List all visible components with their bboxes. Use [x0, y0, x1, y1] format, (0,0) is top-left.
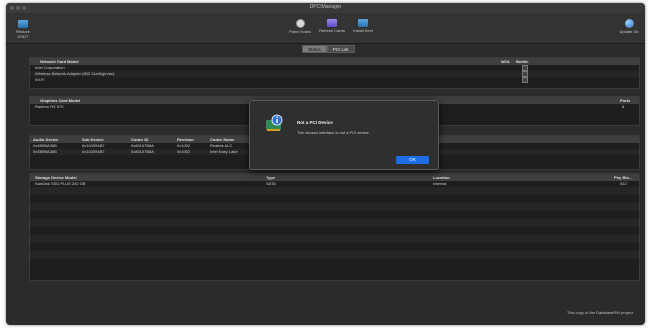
dialog-title: Not a PCI Device	[297, 120, 333, 125]
storage-table-header: Storage Device Model Type Location Phy B…	[30, 174, 639, 181]
restore-dsdt-button[interactable]: Restore DSDT	[11, 20, 35, 39]
table-row	[30, 219, 639, 227]
window-title: DPCIManager	[309, 4, 342, 10]
refresh-cards-label: Refresh Cards	[319, 28, 345, 33]
purple-card-icon	[327, 19, 337, 27]
col-sub-device: Sub Device	[82, 137, 104, 142]
network-table: Network Card Model WOL Builtin Intel Cor…	[29, 57, 640, 89]
col-location: Location	[433, 175, 450, 180]
app-window: DPCIManager Restore DSDT Patch Notes Ref…	[6, 3, 645, 325]
network-table-header: Network Card Model WOL Builtin	[30, 58, 639, 65]
col-graphics-model: Graphics Card Model	[40, 98, 81, 103]
table-row[interactable]: Wi-Fi	[30, 77, 639, 83]
col-phy-block: Phy Blo...	[614, 175, 633, 180]
gear-icon	[295, 19, 305, 28]
toolbar: Restore DSDT Patch Notes Refresh Cards I…	[6, 13, 645, 44]
refresh-cards-button[interactable]: Refresh Cards	[317, 19, 347, 33]
pci-card-info-icon	[266, 114, 283, 131]
col-revision: Revision	[177, 137, 194, 142]
table-row	[30, 259, 639, 267]
col-storage-model: Storage Device Model	[35, 175, 77, 180]
col-codec-name: Codec Name	[210, 137, 235, 142]
col-wol: WOL	[501, 59, 511, 64]
table-row	[30, 211, 639, 219]
patch-notes-button[interactable]: Patch Notes	[287, 19, 313, 34]
col-type: Type	[266, 175, 276, 180]
blue-card-icon	[358, 19, 368, 27]
tab-status[interactable]: Status	[302, 45, 327, 53]
install-kext-label: Install Kext	[353, 28, 373, 33]
globe-icon	[624, 19, 634, 28]
table-row	[30, 243, 639, 251]
table-row	[30, 227, 639, 235]
patch-notes-label: Patch Notes	[289, 29, 311, 34]
table-row	[30, 187, 639, 195]
col-ports: Ports	[620, 98, 631, 103]
install-kext-button[interactable]: Install Kext	[349, 19, 377, 33]
col-builtin: Builtin	[516, 59, 529, 64]
ok-button[interactable]: OK	[396, 156, 429, 164]
chip-icon	[18, 20, 28, 28]
col-codec-id: Codec ID	[131, 137, 149, 142]
dialog-message: The chosen interface is not a PCI device	[297, 130, 369, 135]
table-row	[30, 203, 639, 211]
storage-table: Storage Device Model Type Location Phy B…	[29, 173, 640, 281]
col-audio-device: Audio Device	[33, 137, 59, 142]
alert-dialog: Not a PCI Device The chosen interface is…	[249, 100, 439, 170]
update-db-label: Update Db	[619, 29, 639, 34]
restore-dsdt-label: Restore DSDT	[15, 29, 30, 39]
update-db-button[interactable]: Update Db	[617, 19, 641, 34]
table-row	[30, 251, 639, 259]
builtin-checkbox[interactable]	[522, 77, 528, 83]
footer-note: This copy of the DatabaseRW project	[566, 310, 633, 315]
tab-pci-list[interactable]: PCI List	[326, 45, 355, 53]
table-row	[30, 195, 639, 203]
col-network-model: Network Card Model	[40, 59, 79, 64]
table-row	[30, 235, 639, 243]
view-switcher: Status PCI List	[302, 45, 355, 53]
